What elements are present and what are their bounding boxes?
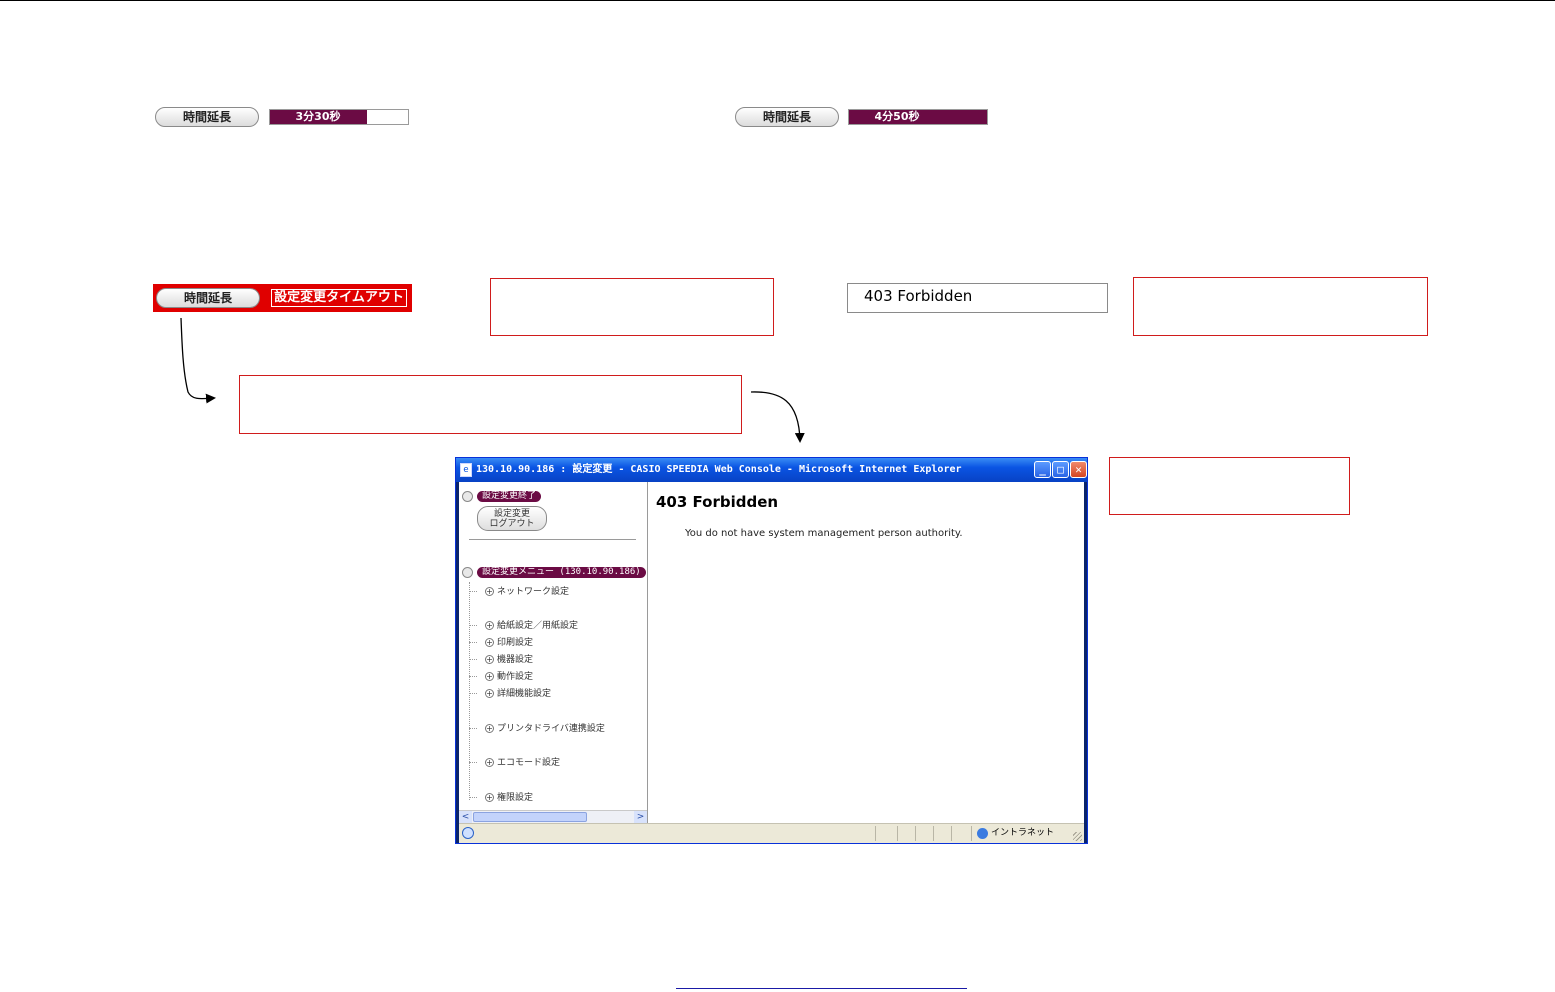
minimize-button[interactable]: _ [1034, 461, 1051, 478]
menu-frame: 設定変更終了 設定変更 ログアウト 設定変更メニュー (130.10.90.18… [459, 482, 648, 823]
maximize-button[interactable]: □ [1052, 461, 1069, 478]
logout-line2: ログアウト [489, 519, 535, 529]
menu-item-eco[interactable]: + エコモード設定 [469, 756, 560, 770]
expand-icon: + [485, 793, 494, 802]
browser-title: 130.10.90.186 : 設定変更 - CASIO SPEEDIA Web… [476, 464, 962, 475]
browser-titlebar[interactable]: e 130.10.90.186 : 設定変更 - CASIO SPEEDIA W… [456, 458, 1087, 482]
expand-icon: + [485, 587, 494, 596]
expand-icon: + [485, 758, 494, 767]
error-message: You do not have system management person… [685, 528, 963, 539]
settings-menu-pill: 設定変更メニュー (130.10.90.186) [477, 567, 646, 578]
status-bar: イントラネット [459, 823, 1084, 843]
logout-line1: 設定変更 [493, 509, 530, 519]
end-settings-pill: 設定変更終了 [477, 491, 542, 502]
expand-icon: + [485, 655, 494, 664]
scroll-thumb[interactable] [473, 812, 587, 822]
browser-body: 設定変更終了 設定変更 ログアウト 設定変更メニュー (130.10.90.18… [459, 482, 1084, 823]
menu-item-paper[interactable]: + 給紙設定／用紙設定 [469, 619, 578, 633]
close-button[interactable]: ✕ [1070, 461, 1087, 478]
scroll-left-icon[interactable]: < [459, 811, 472, 823]
error-heading: 403 Forbidden [656, 493, 779, 511]
menu-item-operation[interactable]: + 動作設定 [469, 670, 533, 684]
security-zone-label: イントラネット [991, 828, 1055, 838]
expand-icon: + [485, 724, 494, 733]
menu-item-device[interactable]: + 機器設定 [469, 653, 533, 667]
menu-item-permission[interactable]: + 権限設定 [469, 791, 533, 805]
menu-separator [469, 539, 636, 540]
expand-icon: + [485, 689, 494, 698]
ie-status-icon [462, 827, 474, 839]
menu-item-network[interactable]: + ネットワーク設定 [469, 585, 569, 599]
horizontal-scrollbar[interactable]: < > [459, 810, 647, 823]
expand-icon: + [485, 638, 494, 647]
scroll-right-icon[interactable]: > [634, 811, 647, 823]
resize-grip-icon[interactable] [1073, 832, 1082, 841]
logout-button[interactable]: 設定変更 ログアウト [477, 506, 547, 531]
content-frame: 403 Forbidden You do not have system man… [648, 482, 1084, 823]
intranet-zone-icon [977, 828, 988, 839]
arrow-callout-to-window [750, 391, 805, 443]
menu-item-advanced[interactable]: + 詳細機能設定 [469, 687, 551, 701]
collapse-icon[interactable] [462, 491, 473, 502]
browser-window: e 130.10.90.186 : 設定変更 - CASIO SPEEDIA W… [455, 457, 1088, 844]
collapse-icon-2[interactable] [462, 567, 473, 578]
menu-item-driver[interactable]: + プリンタドライバ連携設定 [469, 722, 605, 736]
page-icon: e [460, 463, 472, 477]
arrow-timeout-to-callout [180, 317, 216, 404]
expand-icon: + [485, 621, 494, 630]
bottom-link-rule [676, 988, 967, 989]
expand-icon: + [485, 672, 494, 681]
menu-item-print[interactable]: + 印刷設定 [469, 636, 533, 650]
